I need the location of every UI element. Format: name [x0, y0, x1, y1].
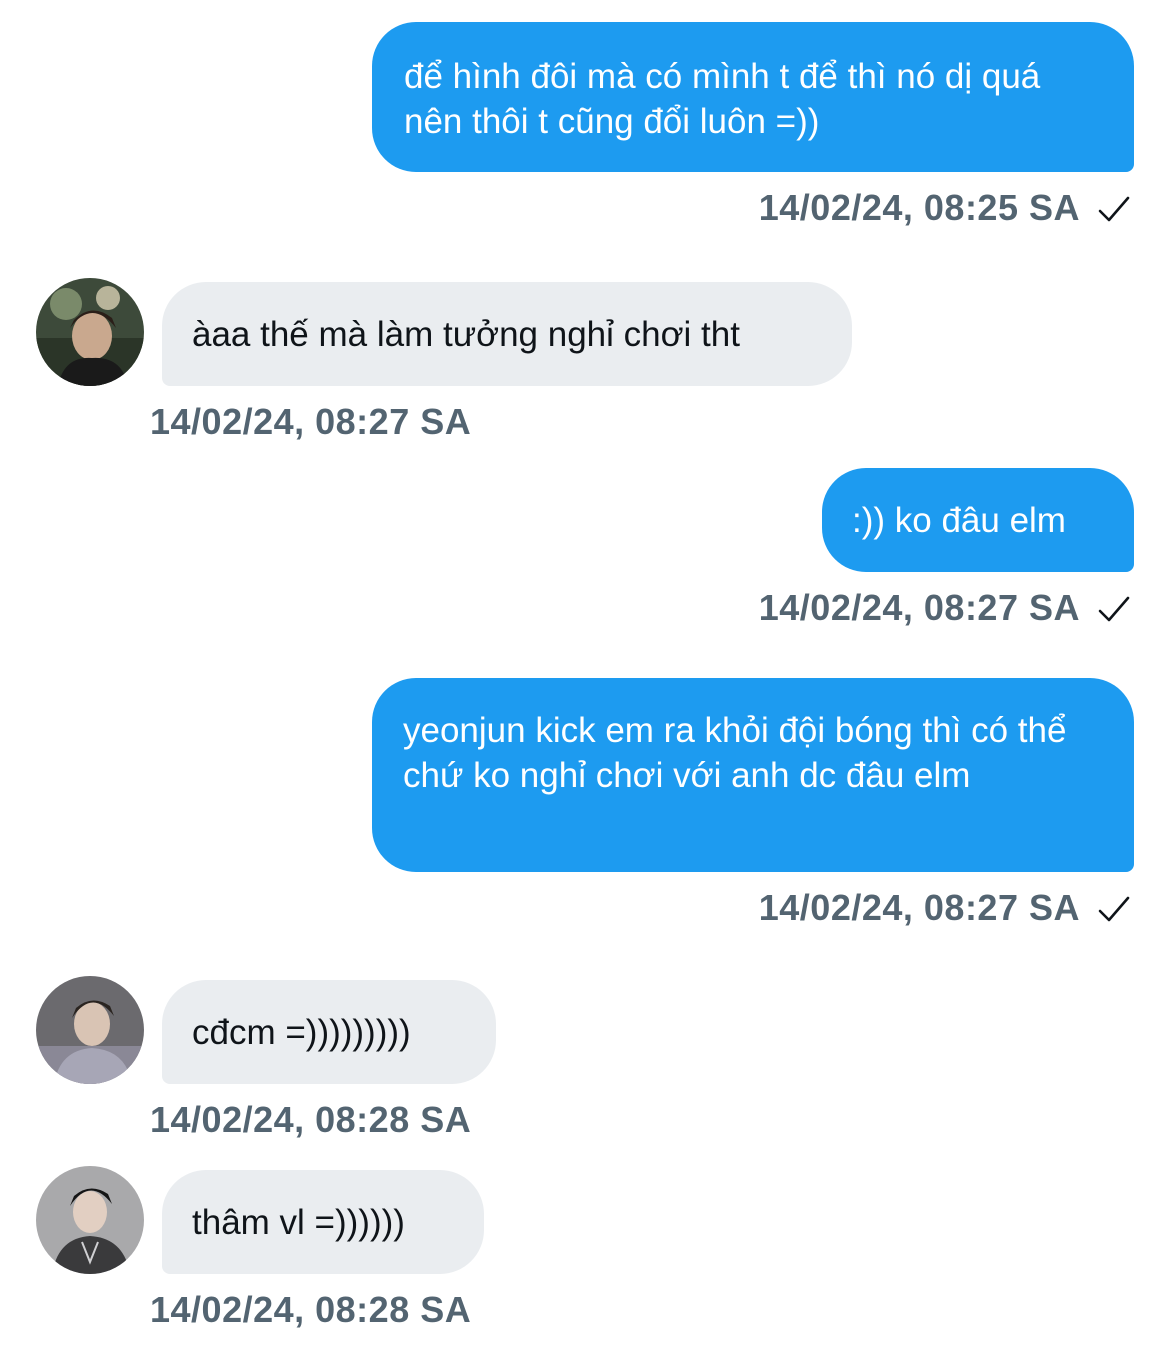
- check-icon: [1098, 196, 1130, 222]
- message-bubble-outgoing[interactable]: yeonjun kick em ra khỏi đội bóng thì có …: [372, 678, 1134, 872]
- message-timestamp: 14/02/24, 08:28 SA: [150, 1289, 472, 1330]
- message-timestamp: 14/02/24, 08:25 SA: [758, 187, 1080, 228]
- check-icon: [1098, 896, 1130, 922]
- avatar[interactable]: [36, 278, 144, 386]
- message-bubble-outgoing[interactable]: :)) ko đâu elm: [822, 468, 1134, 572]
- message-bubble-outgoing[interactable]: để hình đôi mà có mình t để thì nó dị qu…: [372, 22, 1134, 172]
- message-timestamp: 14/02/24, 08:27 SA: [758, 887, 1080, 928]
- message-text: àaa thế mà làm tưởng nghỉ chơi tht: [192, 315, 740, 354]
- message-bubble-incoming[interactable]: thâm vl =)))))): [162, 1170, 484, 1274]
- message-text: yeonjun kick em ra khỏi đội bóng thì có …: [403, 711, 1077, 795]
- message-bubble-incoming[interactable]: àaa thế mà làm tưởng nghỉ chơi tht: [162, 282, 852, 386]
- check-icon: [1098, 596, 1130, 622]
- message-text: thâm vl =)))))): [192, 1203, 405, 1242]
- message-text: cđcm =))))))))): [192, 1013, 411, 1052]
- message-timestamp: 14/02/24, 08:28 SA: [150, 1099, 472, 1140]
- message-text: :)) ko đâu elm: [852, 501, 1066, 540]
- avatar[interactable]: [36, 1166, 144, 1274]
- message-timestamp: 14/02/24, 08:27 SA: [758, 587, 1080, 628]
- avatar[interactable]: [36, 976, 144, 1084]
- message-text: để hình đôi mà có mình t để thì nó dị qu…: [404, 57, 1050, 141]
- message-timestamp: 14/02/24, 08:27 SA: [150, 401, 472, 442]
- message-bubble-incoming[interactable]: cđcm =))))))))): [162, 980, 496, 1084]
